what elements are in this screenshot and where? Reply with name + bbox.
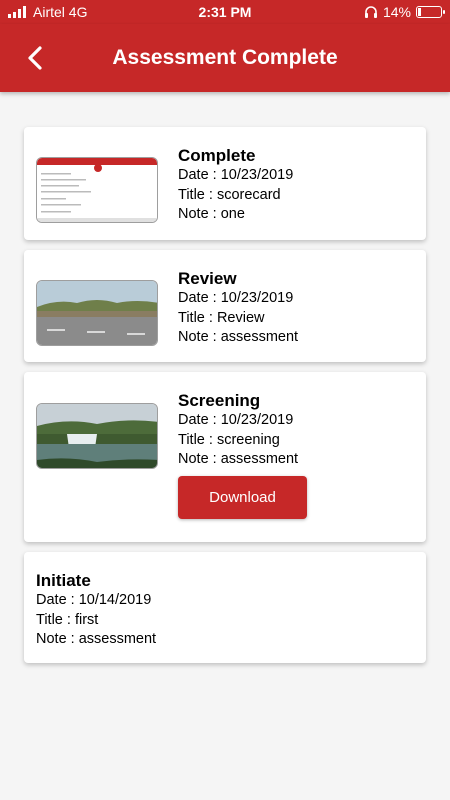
card-note: Note : assessment	[178, 329, 299, 345]
card-doc-title: Title : first	[36, 611, 99, 628]
scorecard-thumbnail[interactable]	[36, 157, 158, 223]
assessment-card-initiate[interactable]: Initiate Date : 10/14/2019 Title : first…	[24, 552, 426, 663]
card-note: Note : assessment	[178, 451, 299, 467]
road-photo-image	[37, 281, 157, 345]
assessment-card-complete[interactable]: Complete Date : 10/23/2019 Title : score…	[24, 127, 426, 240]
battery-group: 14%	[364, 4, 445, 20]
card-info: Review Date : 10/23/2019 Title : Review …	[178, 268, 298, 348]
card-note: Note : assessment	[36, 631, 157, 647]
card-info: Initiate Date : 10/14/2019 Title : first…	[36, 570, 156, 650]
card-title: Complete	[178, 146, 256, 165]
assessment-card-screening[interactable]: Screening Date : 10/23/2019 Title : scre…	[24, 372, 426, 542]
review-thumbnail[interactable]	[36, 280, 158, 346]
card-date: Date : 10/23/2019	[178, 290, 294, 306]
scorecard-image	[37, 158, 157, 222]
card-title: Screening	[178, 391, 261, 410]
card-date: Date : 10/23/2019	[178, 412, 294, 428]
download-button[interactable]: Download	[178, 476, 307, 519]
screening-thumbnail[interactable]	[36, 403, 158, 469]
app-bar: Assessment Complete	[0, 24, 450, 92]
card-doc-title: Title : screening	[178, 431, 280, 448]
status-bar: Airtel 4G 2:31 PM 14%	[0, 0, 450, 24]
card-info: Screening Date : 10/23/2019 Title : scre…	[178, 390, 298, 470]
card-title: Initiate	[36, 571, 91, 590]
battery-percent: 14%	[382, 4, 411, 20]
card-doc-title: Title : scorecard	[178, 186, 281, 203]
card-date: Date : 10/14/2019	[36, 592, 152, 608]
page-title: Assessment Complete	[112, 46, 338, 69]
card-note: Note : one	[178, 206, 245, 222]
waterfall-photo-image	[37, 404, 157, 468]
assessment-card-review[interactable]: Review Date : 10/23/2019 Title : Review …	[24, 250, 426, 362]
headphones-icon	[364, 6, 377, 18]
card-date: Date : 10/23/2019	[178, 167, 294, 183]
card-doc-title: Title : Review	[178, 309, 265, 326]
card-info: Complete Date : 10/23/2019 Title : score…	[178, 145, 293, 225]
card-title: Review	[178, 269, 237, 288]
battery-icon	[416, 6, 445, 18]
